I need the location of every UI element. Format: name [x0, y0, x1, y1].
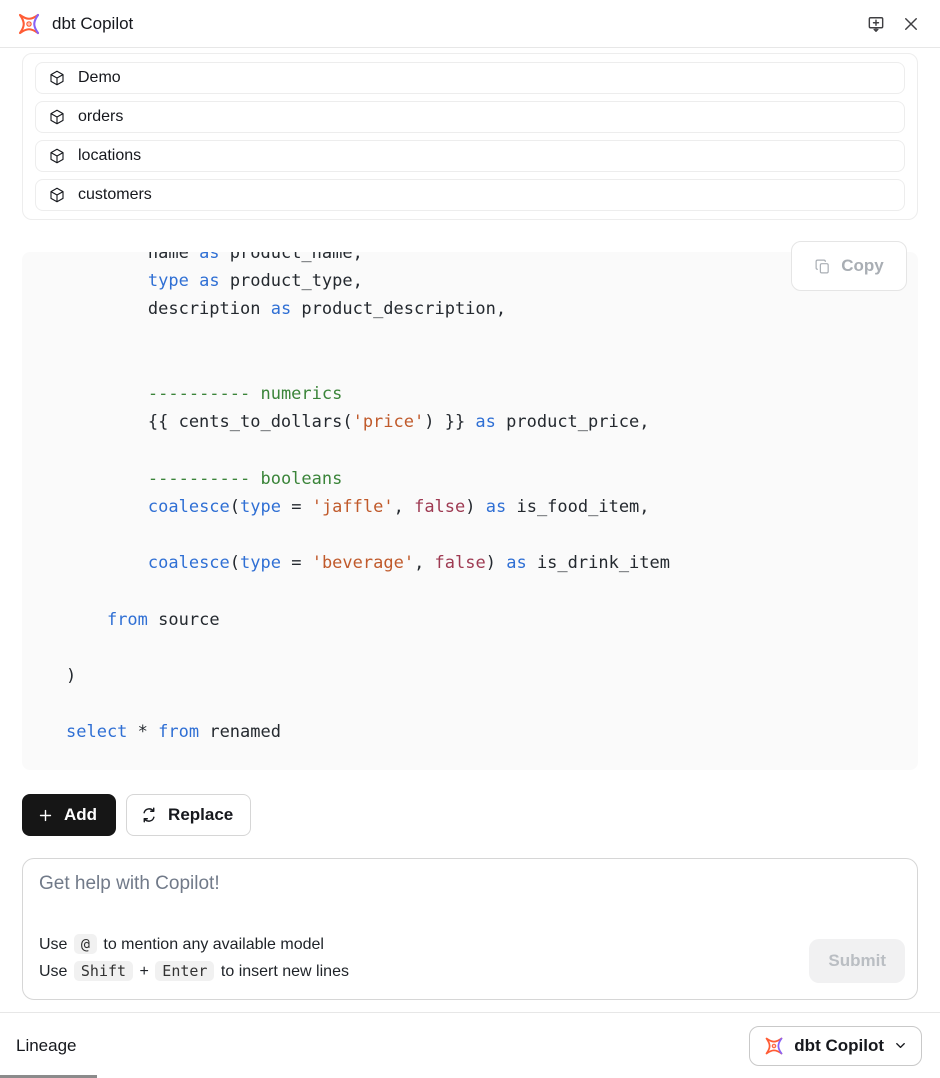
- dbt-copilot-logo-icon: [16, 12, 42, 36]
- code-scroll-area[interactable]: name as product_name, type as product_ty…: [22, 252, 918, 770]
- replace-button[interactable]: Replace: [126, 794, 251, 836]
- model-chip[interactable]: Demo: [35, 62, 905, 94]
- sql-code: name as product_name, type as product_ty…: [22, 252, 918, 763]
- panel-title: dbt Copilot: [52, 14, 133, 34]
- copilot-selector-label: dbt Copilot: [794, 1036, 884, 1056]
- refresh-icon: [140, 806, 158, 824]
- hint-line: Use @ to mention any available model: [39, 931, 901, 958]
- plus-icon: [37, 807, 54, 824]
- keycap: Shift: [74, 961, 133, 981]
- copilot-composer: Use @ to mention any available modelUse …: [22, 858, 918, 1000]
- model-chip[interactable]: orders: [35, 101, 905, 133]
- copilot-input[interactable]: [39, 873, 679, 915]
- copy-button[interactable]: Copy: [791, 241, 907, 291]
- copy-button-label: Copy: [841, 256, 884, 276]
- model-list: Demo orders locations: [22, 53, 918, 220]
- close-icon[interactable]: [902, 15, 920, 33]
- copilot-selector[interactable]: dbt Copilot: [749, 1026, 922, 1066]
- model-chip-label: customers: [78, 186, 152, 204]
- add-button-label: Add: [64, 805, 97, 825]
- copy-icon: [814, 258, 831, 275]
- model-chip[interactable]: locations: [35, 140, 905, 172]
- code-content: name as product_name, type as product_ty…: [66, 252, 670, 742]
- model-chip[interactable]: customers: [35, 179, 905, 211]
- add-window-icon[interactable]: [866, 14, 886, 34]
- package-icon: [48, 147, 66, 165]
- chevron-down-icon: [893, 1038, 908, 1053]
- package-icon: [48, 108, 66, 126]
- keycap: Enter: [155, 961, 214, 981]
- hint-line: Use Shift + Enter to insert new lines: [39, 958, 901, 985]
- model-chip-label: orders: [78, 108, 123, 126]
- action-row: Add Replace: [22, 794, 918, 836]
- package-icon: [48, 186, 66, 204]
- code-section: Copy name as product_name, type as produ…: [22, 252, 918, 770]
- model-chip-label: Demo: [78, 69, 121, 87]
- add-button[interactable]: Add: [22, 794, 116, 836]
- composer-hints: Use @ to mention any available modelUse …: [39, 931, 901, 985]
- package-icon: [48, 69, 66, 87]
- panel-header: dbt Copilot: [0, 0, 940, 48]
- bottom-bar: Lineage dbt Copilot: [0, 1012, 940, 1078]
- model-chip-label: locations: [78, 147, 141, 165]
- dbt-copilot-logo: [763, 1036, 785, 1056]
- replace-button-label: Replace: [168, 805, 233, 825]
- tab-lineage[interactable]: Lineage: [16, 1036, 77, 1056]
- submit-button[interactable]: Submit: [809, 939, 905, 983]
- keycap: @: [74, 934, 97, 954]
